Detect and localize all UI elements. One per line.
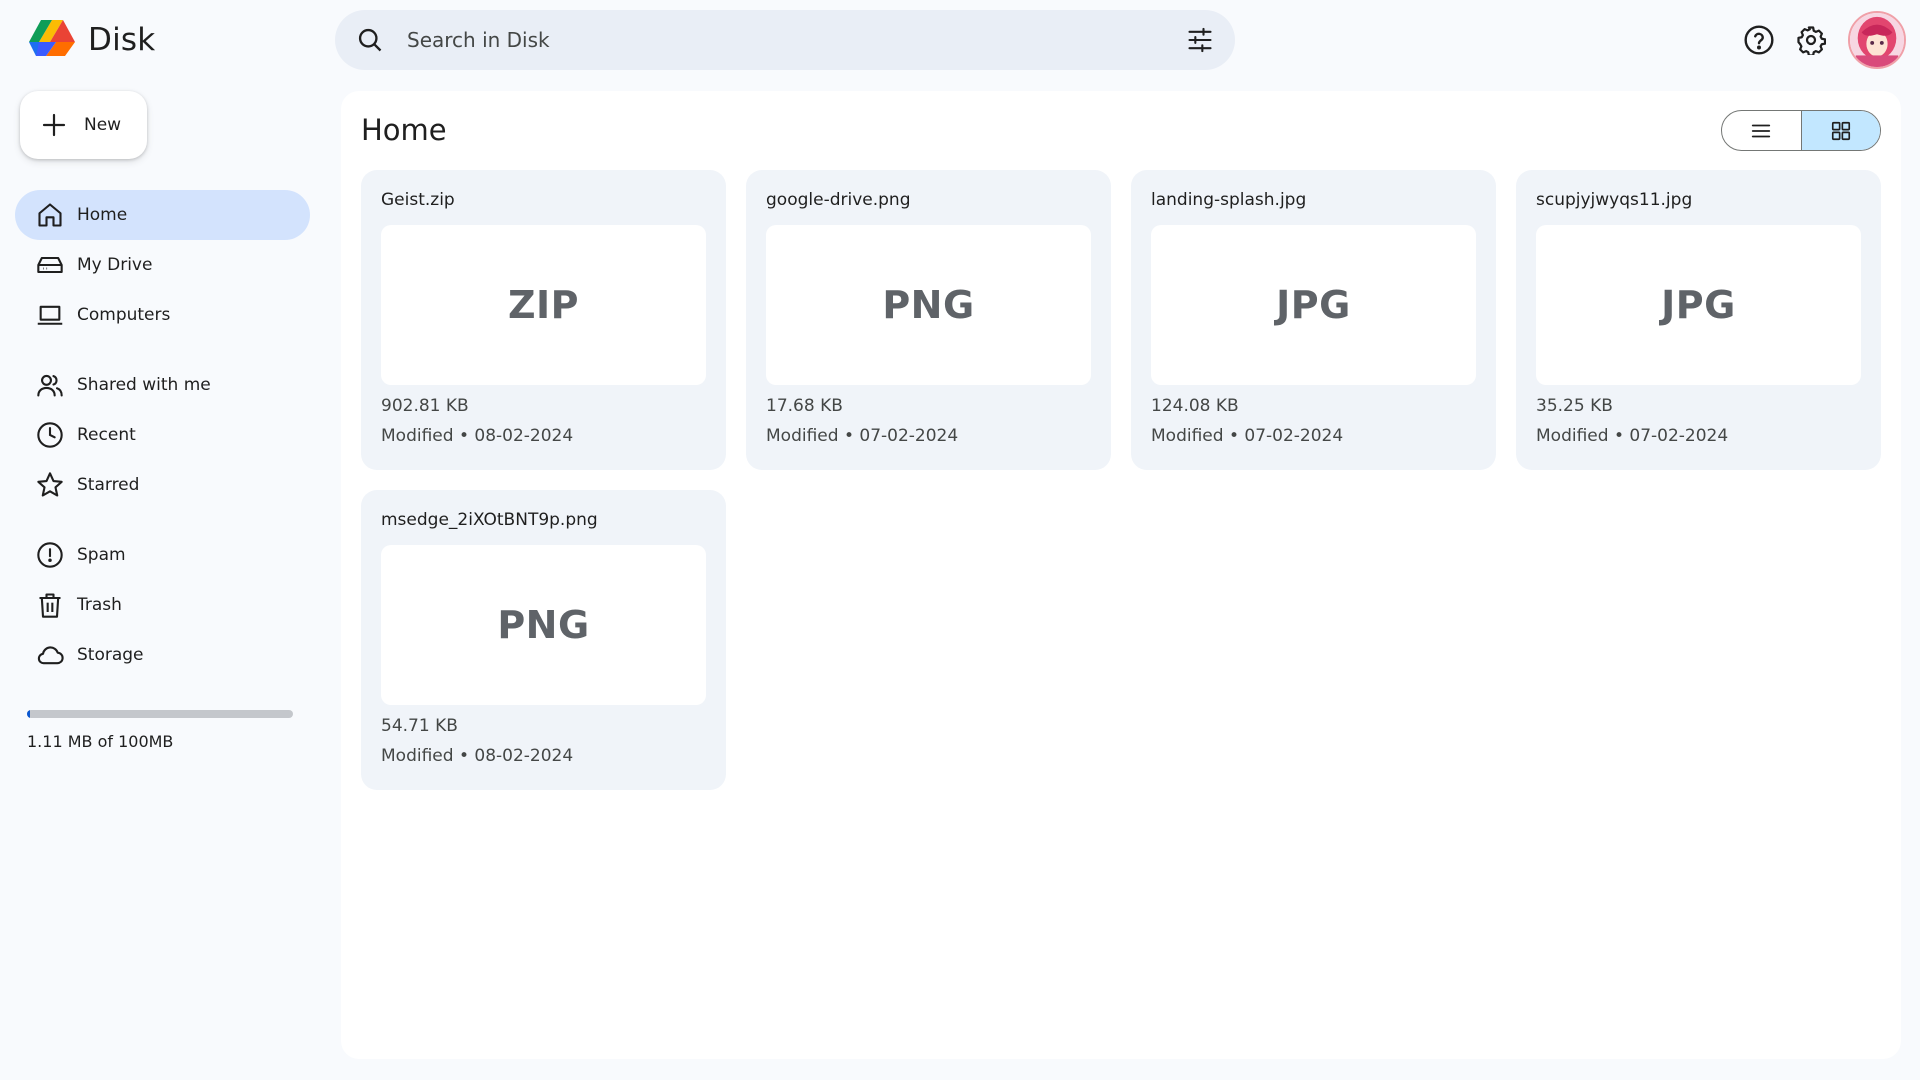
main-content: Home Geist.zip ZIP 902.81 KB Modified • … — [341, 91, 1901, 1059]
file-card[interactable]: google-drive.png PNG 17.68 KB Modified •… — [746, 170, 1111, 470]
gear-icon[interactable] — [1792, 21, 1830, 59]
view-toggle — [1721, 110, 1881, 151]
file-thumbnail: JPG — [1536, 225, 1861, 385]
trash-icon — [35, 590, 65, 620]
user-avatar[interactable] — [1848, 11, 1906, 69]
file-modified: Modified • 07-02-2024 — [1536, 426, 1729, 446]
sidebar-item-label: Home — [77, 205, 128, 225]
file-type-label: ZIP — [507, 283, 580, 327]
sidebar-item-starred[interactable]: Starred — [15, 460, 310, 510]
sidebar-item-shared[interactable]: Shared with me — [15, 360, 310, 410]
sidebar-item-trash[interactable]: Trash — [15, 580, 310, 630]
app-logo[interactable]: Disk — [28, 18, 155, 62]
sidebar-item-spam[interactable]: Spam — [15, 530, 310, 580]
file-type-label: JPG — [1276, 283, 1351, 327]
header-actions — [1740, 10, 1906, 70]
file-thumbnail: ZIP — [381, 225, 706, 385]
file-modified: Modified • 08-02-2024 — [381, 426, 574, 446]
file-name: msedge_2iXOtBNT9p.png — [381, 510, 598, 530]
cloud-icon — [35, 640, 65, 670]
sidebar-item-recent[interactable]: Recent — [15, 410, 310, 460]
file-modified: Modified • 08-02-2024 — [381, 746, 574, 766]
spam-icon — [35, 540, 65, 570]
file-thumbnail: PNG — [766, 225, 1091, 385]
home-icon — [35, 200, 65, 230]
file-size: 35.25 KB — [1536, 396, 1613, 416]
file-modified: Modified • 07-02-2024 — [1151, 426, 1344, 446]
storage-usage-text: 1.11 MB of 100MB — [27, 732, 174, 751]
sidebar-item-computers[interactable]: Computers — [15, 290, 310, 340]
file-name: landing-splash.jpg — [1151, 190, 1307, 210]
sidebar-item-storage[interactable]: Storage — [15, 630, 310, 680]
file-type-label: PNG — [497, 603, 590, 647]
sidebar-item-label: Starred — [77, 475, 140, 495]
file-type-label: JPG — [1661, 283, 1736, 327]
sidebar-item-my-drive[interactable]: My Drive — [15, 240, 310, 290]
file-thumbnail: JPG — [1151, 225, 1476, 385]
app-name: Disk — [88, 22, 156, 58]
sidebar-item-label: Spam — [77, 545, 126, 565]
search-input[interactable] — [407, 28, 1185, 52]
star-icon — [35, 470, 65, 500]
plus-icon — [42, 113, 66, 137]
file-card[interactable]: landing-splash.jpg JPG 124.08 KB Modifie… — [1131, 170, 1496, 470]
sidebar-item-label: Computers — [77, 305, 171, 325]
sidebar-item-label: Shared with me — [77, 375, 211, 395]
sidebar-item-label: Storage — [77, 645, 144, 665]
file-name: Geist.zip — [381, 190, 455, 210]
storage-progress-bar — [27, 710, 293, 718]
new-button[interactable]: New — [20, 91, 147, 159]
file-thumbnail: PNG — [381, 545, 706, 705]
search-bar[interactable] — [335, 10, 1235, 70]
file-size: 17.68 KB — [766, 396, 843, 416]
sidebar-item-label: Recent — [77, 425, 136, 445]
file-modified: Modified • 07-02-2024 — [766, 426, 959, 446]
file-card[interactable]: msedge_2iXOtBNT9p.png PNG 54.71 KB Modif… — [361, 490, 726, 790]
search-icon[interactable] — [355, 25, 385, 55]
file-size: 54.71 KB — [381, 716, 458, 736]
file-card[interactable]: scupjyjwyqs11.jpg JPG 35.25 KB Modified … — [1516, 170, 1881, 470]
help-icon[interactable] — [1740, 21, 1778, 59]
drive-icon — [35, 250, 65, 280]
file-name: google-drive.png — [766, 190, 911, 210]
storage-progress-fill — [27, 710, 30, 718]
file-size: 902.81 KB — [381, 396, 469, 416]
list-view-icon[interactable] — [1722, 111, 1801, 150]
new-button-label: New — [84, 115, 122, 135]
file-card[interactable]: Geist.zip ZIP 902.81 KB Modified • 08-02… — [361, 170, 726, 470]
grid-view-icon[interactable] — [1800, 111, 1880, 150]
tune-icon[interactable] — [1185, 25, 1215, 55]
file-size: 124.08 KB — [1151, 396, 1239, 416]
people-icon — [35, 370, 65, 400]
laptop-icon — [35, 300, 65, 330]
sidebar-item-home[interactable]: Home — [15, 190, 310, 240]
disk-logo-icon — [29, 20, 75, 56]
page-title: Home — [361, 113, 447, 147]
file-type-label: PNG — [882, 283, 975, 327]
sidebar-item-label: Trash — [77, 595, 122, 615]
sidebar-item-label: My Drive — [77, 255, 153, 275]
clock-icon — [35, 420, 65, 450]
file-name: scupjyjwyqs11.jpg — [1536, 190, 1693, 210]
